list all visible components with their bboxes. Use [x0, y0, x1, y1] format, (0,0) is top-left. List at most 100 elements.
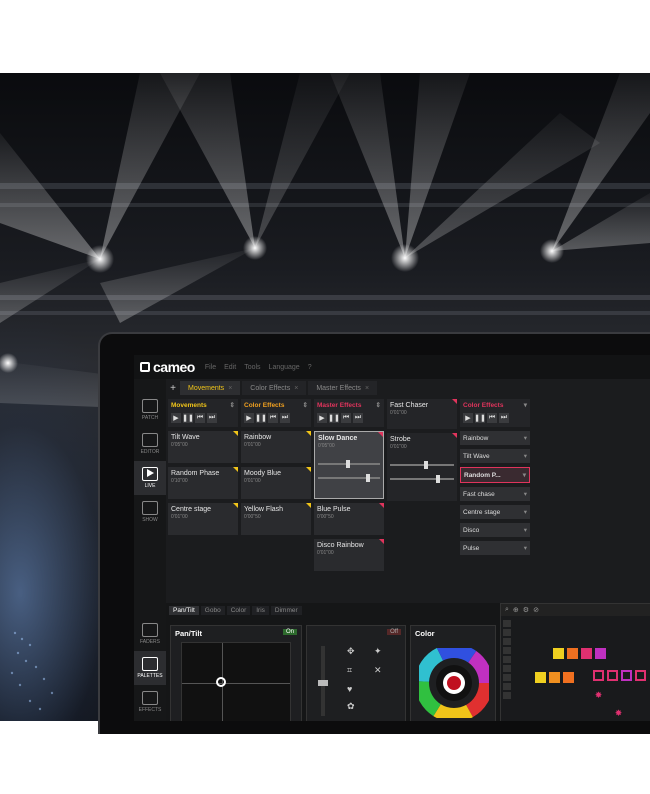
previous-button[interactable]: ⏮	[268, 413, 278, 423]
previous-button[interactable]: ⏮	[487, 413, 497, 423]
effect-swatch[interactable]	[621, 670, 632, 681]
color-wheel[interactable]	[419, 648, 489, 718]
shutter-fader[interactable]	[318, 646, 328, 716]
cue-item[interactable]: Random Phase 0'10"00	[168, 467, 238, 499]
pause-button[interactable]: ❚❚	[255, 413, 267, 423]
speed-slider[interactable]	[318, 474, 380, 482]
chaser-header[interactable]: Fast Chaser 0'01"00	[387, 399, 457, 429]
play-button[interactable]: ▶	[317, 413, 327, 423]
palette-item[interactable]: Tilt Wave ▾	[460, 449, 530, 463]
sidebar-item-effects[interactable]: EFFECTS	[134, 685, 166, 719]
fade-slider[interactable]	[318, 460, 380, 468]
effect-swatch[interactable]	[635, 670, 646, 681]
effect-swatch[interactable]	[593, 670, 604, 681]
next-button[interactable]: ⏭	[353, 413, 363, 423]
pan-tilt-toggle[interactable]: On	[282, 629, 297, 635]
color-swatch[interactable]	[549, 672, 560, 683]
cue-item[interactable]: Tilt Wave 0'05"00	[168, 431, 238, 463]
menu-edit[interactable]: Edit	[224, 364, 236, 371]
previous-button[interactable]: ⏮	[341, 413, 351, 423]
add-tab-button[interactable]: +	[166, 383, 180, 394]
tab-movements[interactable]: Movements ×	[180, 381, 241, 395]
play-button[interactable]: ▶	[171, 413, 181, 423]
play-button[interactable]: ▶	[463, 413, 473, 423]
star-icon[interactable]: ✸	[593, 690, 604, 701]
fade-slider[interactable]	[390, 461, 454, 469]
pan-tilt-cursor[interactable]	[216, 677, 226, 687]
pause-button[interactable]: ❚❚	[182, 413, 194, 423]
shrink-icon[interactable]: ⌗	[347, 665, 370, 680]
previous-button[interactable]: ⏮	[195, 413, 205, 423]
close-icon[interactable]: ×	[228, 385, 232, 392]
zoom-icon[interactable]: ⊕	[513, 606, 519, 614]
color-swatch[interactable]	[553, 648, 564, 659]
next-button[interactable]: ⏭	[207, 413, 217, 423]
tab-gobo[interactable]: Gobo	[200, 606, 225, 615]
star-icon[interactable]: ✦	[374, 646, 397, 661]
cue-item[interactable]: Disco Rainbow 0'01"00	[314, 539, 384, 571]
star-icon[interactable]: ✸	[613, 708, 624, 719]
pause-button[interactable]: ❚❚	[474, 413, 486, 423]
cue-item[interactable]: Centre stage 0'01"00	[168, 503, 238, 535]
palette-item[interactable]: Disco ▾	[460, 523, 530, 537]
sidebar-item-faders[interactable]: FADERS	[134, 617, 166, 651]
pan-tilt-pad[interactable]	[181, 642, 291, 721]
speed-slider[interactable]	[390, 475, 454, 483]
cue-item[interactable]: Yellow Flash 0'00"50	[241, 503, 311, 535]
sidebar-item-palettes[interactable]: PALETTES	[134, 651, 166, 685]
color-swatch[interactable]	[581, 648, 592, 659]
shutter-toggle[interactable]: Off	[387, 629, 401, 635]
menu-file[interactable]: File	[205, 364, 216, 371]
transport-controls: ▶ ❚❚ ⏮ ⏭	[241, 411, 311, 427]
menu-help[interactable]: ?	[308, 364, 312, 371]
cue-item[interactable]: Strobe 0'01"00	[387, 433, 457, 501]
sidebar-item-live[interactable]: LIVE	[134, 461, 166, 495]
cue-list-tabs: + Movements × Color Effects × Master Effec…	[166, 381, 379, 395]
search-icon[interactable]: ⌕	[505, 606, 509, 614]
sidebar-item-patch[interactable]: PATCH	[134, 393, 166, 427]
show-icon	[142, 501, 158, 515]
palette-item-highlighted[interactable]: Random P... ▾	[460, 467, 530, 483]
flower-icon[interactable]: ✿	[347, 701, 370, 716]
heart-icon[interactable]: ♥	[347, 684, 370, 698]
tab-dimmer[interactable]: Dimmer	[270, 606, 302, 615]
effect-swatch[interactable]	[607, 670, 618, 681]
close-icon[interactable]: ×	[294, 385, 298, 392]
color-swatch[interactable]	[563, 672, 574, 683]
tab-iris[interactable]: Iris	[252, 606, 269, 615]
tab-color[interactable]: Color	[226, 606, 251, 615]
play-button[interactable]: ▶	[244, 413, 254, 423]
cue-item-selected[interactable]: Slow Dance 0'05"00	[314, 431, 384, 499]
color-swatch[interactable]	[567, 648, 578, 659]
cue-name: Fast Chaser	[390, 402, 429, 409]
move-icon[interactable]: ✥	[347, 646, 370, 661]
menu-language[interactable]: Language	[269, 364, 300, 371]
color-swatch[interactable]	[535, 672, 546, 683]
palette-label: Centre stage	[463, 508, 501, 516]
palette-label: Disco	[463, 526, 480, 534]
color-swatch[interactable]	[595, 648, 606, 659]
pause-button[interactable]: ❚❚	[328, 413, 340, 423]
clear-icon[interactable]: ⊘	[533, 606, 539, 614]
column-header: Color Effects ⇕	[241, 399, 311, 411]
tab-master-effects[interactable]: Master Effects ×	[308, 381, 378, 395]
palette-item[interactable]: Rainbow ▾	[460, 431, 530, 445]
next-button[interactable]: ⏭	[499, 413, 509, 423]
editor-icon	[142, 433, 158, 447]
close-icon[interactable]: ×	[365, 385, 369, 392]
cue-item[interactable]: Rainbow 0'01"00	[241, 431, 311, 463]
palette-item[interactable]: Centre stage ▾	[460, 505, 530, 519]
next-button[interactable]: ⏭	[280, 413, 290, 423]
sidebar: PATCH EDITOR LIVE SHOW FADERS PALETTES E…	[134, 379, 166, 721]
sidebar-item-show[interactable]: SHOW	[134, 495, 166, 529]
cue-item[interactable]: Blue Pulse 0'00"50	[314, 503, 384, 535]
menu-tools[interactable]: Tools	[244, 364, 260, 371]
sidebar-item-editor[interactable]: EDITOR	[134, 427, 166, 461]
cue-item[interactable]: Moody Blue 0'01"00	[241, 467, 311, 499]
palette-item[interactable]: Pulse ▾	[460, 541, 530, 555]
tab-pan-tilt[interactable]: Pan/Tilt	[169, 606, 199, 615]
palette-item[interactable]: Fast chase ▾	[460, 487, 530, 501]
expand-icon[interactable]: ✕	[374, 665, 397, 680]
settings-icon[interactable]: ⚙	[523, 606, 529, 614]
tab-color-effects[interactable]: Color Effects ×	[242, 381, 307, 395]
